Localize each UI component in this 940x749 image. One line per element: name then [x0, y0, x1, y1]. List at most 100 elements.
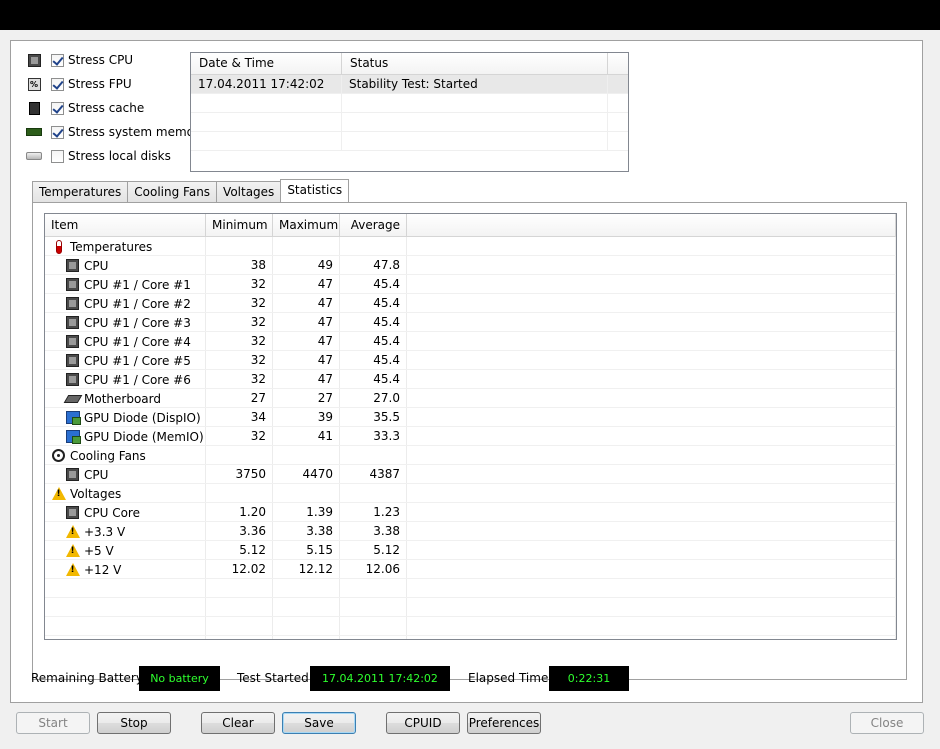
event-log-table[interactable]: Date & Time Status 17.04.2011 17:42:02 S… [190, 52, 629, 172]
stress-cache-option[interactable]: Stress cache [26, 98, 144, 118]
stats-item-label: Voltages [51, 486, 199, 501]
battery-display: No battery [139, 666, 220, 691]
thermometer-icon [51, 239, 66, 254]
stats-item-label: +12 V [51, 562, 199, 577]
stress-memory-label: Stress system memory [68, 125, 207, 139]
cpu-icon [65, 505, 80, 520]
memory-icon [26, 124, 42, 140]
stats-item-name: +5 V [84, 543, 114, 558]
log-row[interactable]: 17.04.2011 17:42:02 Stability Test: Star… [191, 75, 628, 94]
stats-average: 35.5 [340, 408, 407, 426]
stats-minimum: 32 [206, 275, 273, 293]
stats-row[interactable]: CPU #1 / Core #2 32 47 45.4 [45, 294, 896, 313]
stats-minimum: 38 [206, 256, 273, 274]
stats-item-label: CPU #1 / Core #5 [51, 353, 199, 368]
stats-row[interactable]: CPU Core 1.20 1.39 1.23 [45, 503, 896, 522]
statistics-table[interactable]: Item Minimum Maximum Average Temperature… [44, 213, 897, 640]
stats-maximum: 27 [273, 389, 340, 407]
stats-average: 27.0 [340, 389, 407, 407]
stats-item-name: Cooling Fans [70, 448, 146, 463]
stress-cache-label: Stress cache [68, 101, 145, 115]
stress-disks-label: Stress local disks [68, 149, 171, 163]
stress-cache-checkbox[interactable] [51, 101, 64, 115]
stats-minimum: 32 [206, 427, 273, 445]
stats-row[interactable]: CPU #1 / Core #6 32 47 45.4 [45, 370, 896, 389]
gpu-icon [65, 429, 81, 444]
stats-row[interactable]: GPU Diode (MemIO) 32 41 33.3 [45, 427, 896, 446]
close-button[interactable]: Close [850, 712, 924, 734]
stats-item-name: CPU #1 / Core #3 [84, 315, 191, 330]
stress-disks-option[interactable]: Stress local disks [26, 146, 171, 166]
stats-row[interactable]: CPU #1 / Core #1 32 47 45.4 [45, 275, 896, 294]
stress-fpu-option[interactable]: % Stress FPU [26, 74, 132, 94]
stress-cpu-option[interactable]: Stress CPU [26, 50, 133, 70]
cpu-icon [65, 334, 80, 349]
cpuid-button[interactable]: CPUID [386, 712, 460, 734]
stats-average: 5.12 [340, 541, 407, 559]
header-maximum[interactable]: Maximum [273, 214, 340, 236]
stats-empty-row [45, 579, 896, 598]
header-item[interactable]: Item [45, 214, 206, 236]
stats-minimum: 34 [206, 408, 273, 426]
header-average[interactable]: Average [340, 214, 407, 236]
tab-statistics[interactable]: Statistics [280, 179, 350, 202]
stats-item-label: GPU Diode (MemIO) [51, 429, 204, 444]
tab-voltages[interactable]: Voltages [216, 181, 282, 202]
stats-group-row[interactable]: Temperatures [45, 237, 896, 256]
stats-row[interactable]: Motherboard 27 27 27.0 [45, 389, 896, 408]
stats-item-name: CPU #1 / Core #5 [84, 353, 191, 368]
stats-row[interactable]: CPU 38 49 47.8 [45, 256, 896, 275]
cpu-icon [65, 372, 80, 387]
clear-button[interactable]: Clear [201, 712, 275, 734]
log-datetime: 17.04.2011 17:42:02 [191, 75, 342, 93]
stats-row[interactable]: +12 V 12.0212.1212.06 [45, 560, 896, 579]
stats-item-name: CPU #1 / Core #4 [84, 334, 191, 349]
stats-maximum: 12.12 [273, 560, 340, 578]
tab-temperatures[interactable]: Temperatures [32, 181, 129, 202]
stats-row[interactable]: CPU #1 / Core #3 32 47 45.4 [45, 313, 896, 332]
stats-item-name: CPU #1 / Core #2 [84, 296, 191, 311]
stress-disks-checkbox[interactable] [51, 149, 64, 163]
header-minimum[interactable]: Minimum [206, 214, 273, 236]
motherboard-icon [63, 391, 82, 406]
stress-memory-option[interactable]: Stress system memory [26, 122, 206, 142]
stats-item-name: Voltages [70, 486, 122, 501]
test-started-display: 17.04.2011 17:42:02 [310, 666, 450, 691]
stats-row[interactable]: CPU #1 / Core #5 32 47 45.4 [45, 351, 896, 370]
stats-average: 12.06 [340, 560, 407, 578]
stats-item-name: GPU Diode (MemIO) [84, 429, 204, 444]
log-header-status[interactable]: Status [342, 53, 608, 74]
stats-row[interactable]: +3.3 V3.363.383.38 [45, 522, 896, 541]
stats-row[interactable]: GPU Diode (DispIO) 34 39 35.5 [45, 408, 896, 427]
preferences-button[interactable]: Preferences [467, 712, 541, 734]
stress-memory-checkbox[interactable] [51, 125, 64, 139]
save-button[interactable]: Save [282, 712, 356, 734]
stop-button[interactable]: Stop [97, 712, 171, 734]
start-button[interactable]: Start [16, 712, 90, 734]
stats-row[interactable]: CPU 3750 4470 4387 [45, 465, 896, 484]
stress-cpu-checkbox[interactable] [51, 53, 64, 67]
warning-icon [65, 543, 80, 558]
stats-item-label: CPU #1 / Core #1 [51, 277, 199, 292]
stats-item-label: +5 V [51, 543, 199, 558]
stats-item-label: CPU [51, 467, 199, 482]
stats-group-row[interactable]: Cooling Fans [45, 446, 896, 465]
stress-fpu-checkbox[interactable] [51, 77, 64, 91]
stats-minimum: 12.02 [206, 560, 273, 578]
stats-maximum: 5.15 [273, 541, 340, 559]
stats-minimum: 32 [206, 313, 273, 331]
stats-maximum: 4470 [273, 465, 340, 483]
cache-icon [26, 100, 42, 116]
stats-row[interactable]: +5 V 5.125.155.12 [45, 541, 896, 560]
stats-item-label: GPU Diode (DispIO) [51, 410, 201, 425]
stats-minimum [206, 484, 273, 502]
stats-group-row[interactable]: Voltages [45, 484, 896, 503]
fan-icon [51, 448, 66, 463]
tab-cooling-fans[interactable]: Cooling Fans [127, 181, 218, 202]
stats-item-label: Temperatures [51, 239, 199, 254]
log-header: Date & Time Status [191, 53, 628, 75]
stats-row[interactable]: CPU #1 / Core #4 32 47 45.4 [45, 332, 896, 351]
stats-minimum: 5.12 [206, 541, 273, 559]
stats-empty-row [45, 598, 896, 617]
log-header-datetime[interactable]: Date & Time [191, 53, 342, 74]
